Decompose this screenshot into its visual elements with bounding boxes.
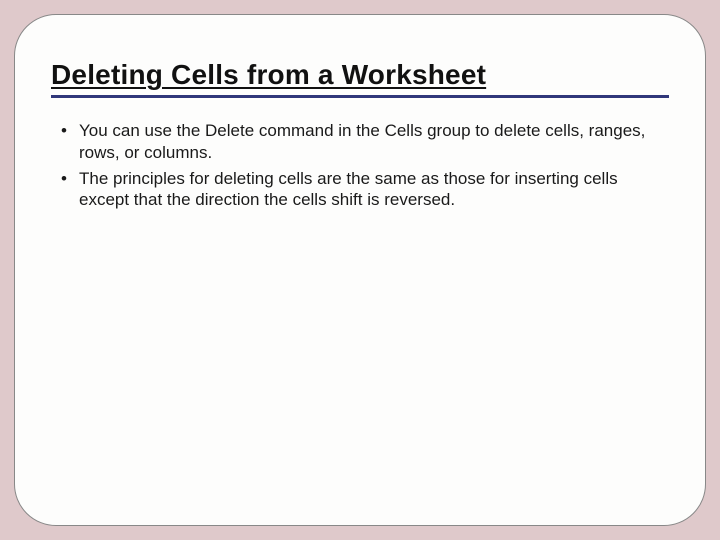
- list-item: You can use the Delete command in the Ce…: [57, 120, 663, 164]
- title-container: Deleting Cells from a Worksheet: [51, 59, 669, 98]
- bullet-text: The principles for deleting cells are th…: [79, 169, 618, 210]
- list-item: The principles for deleting cells are th…: [57, 168, 663, 212]
- slide-card: Deleting Cells from a Worksheet You can …: [14, 14, 706, 526]
- slide-background: Deleting Cells from a Worksheet You can …: [0, 0, 720, 540]
- bullet-list: You can use the Delete command in the Ce…: [51, 120, 669, 211]
- slide-title: Deleting Cells from a Worksheet: [51, 59, 486, 90]
- bullet-text: You can use the Delete command in the Ce…: [79, 121, 645, 162]
